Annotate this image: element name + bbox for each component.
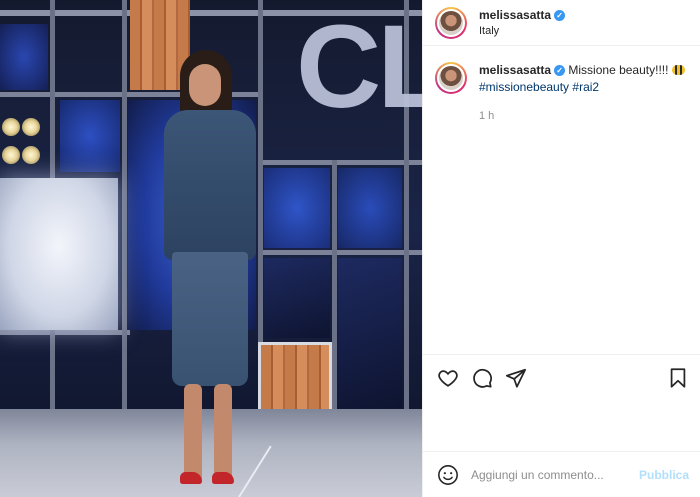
share-icon[interactable] xyxy=(505,367,527,389)
publish-button[interactable]: Pubblica xyxy=(639,468,689,482)
caption-avatar[interactable] xyxy=(435,62,467,94)
bee-emoji-icon xyxy=(671,65,685,75)
heart-icon[interactable] xyxy=(437,367,459,389)
post-timestamp[interactable]: 1 h xyxy=(479,108,688,125)
person-figure xyxy=(150,50,270,490)
avatar[interactable] xyxy=(435,6,467,39)
comment-icon[interactable] xyxy=(471,367,493,389)
username-link[interactable]: melissasatta xyxy=(479,8,551,22)
caption-username-link[interactable]: melissasatta xyxy=(479,62,551,79)
comment-input[interactable] xyxy=(471,467,631,482)
post-photo[interactable]: CL xyxy=(0,0,422,497)
bookmark-icon[interactable] xyxy=(667,367,689,389)
caption: melissasatta ✓ Missione beauty!!!! #miss… xyxy=(423,46,700,125)
stage-letters: CL xyxy=(296,1,422,133)
post-header: melissasatta ✓ Italy xyxy=(423,0,700,46)
hashtag-link[interactable]: #missionebeauty xyxy=(479,80,569,94)
caption-text: Missione beauty!!!! xyxy=(568,63,669,77)
comment-bar: Pubblica xyxy=(423,451,700,497)
verified-badge-icon: ✓ xyxy=(554,9,566,21)
instagram-post: CL melissasatta ✓ Italy melissasatta ✓ M… xyxy=(0,0,700,497)
hashtag-link[interactable]: #rai2 xyxy=(572,80,599,94)
verified-badge-icon: ✓ xyxy=(554,65,566,76)
smiley-icon[interactable] xyxy=(437,464,459,486)
location-link[interactable]: Italy xyxy=(479,25,565,37)
post-details: melissasatta ✓ Italy melissasatta ✓ Miss… xyxy=(422,0,700,497)
action-bar xyxy=(423,354,700,400)
